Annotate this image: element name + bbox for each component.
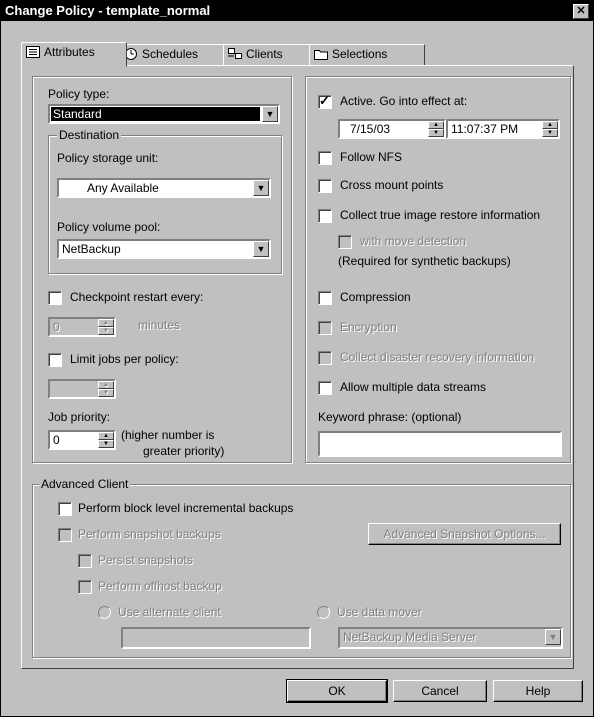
spinner-control[interactable]: ▲ ▼ xyxy=(98,319,114,335)
computers-icon xyxy=(228,48,242,59)
spinner-control[interactable]: ▲ ▼ xyxy=(542,121,558,137)
effective-time-field[interactable]: 11:07:37 PM ▲ ▼ xyxy=(446,119,560,139)
follow-nfs-checkbox[interactable] xyxy=(318,151,332,165)
destination-legend: Destination xyxy=(57,128,122,142)
list-icon xyxy=(26,46,40,58)
attributes-panel: Policy type: Standard ▼ Destination Poli… xyxy=(21,65,574,669)
volume-pool-label: Policy volume pool: xyxy=(57,220,161,234)
keyword-label: Keyword phrase: (optional) xyxy=(318,410,462,424)
cross-mount-checkbox[interactable] xyxy=(318,179,332,193)
encryption-label: Encryption xyxy=(340,320,397,334)
policy-type-label: Policy type: xyxy=(48,87,110,101)
compression-label: Compression xyxy=(340,290,411,304)
close-button[interactable]: ✕ xyxy=(573,4,589,19)
checkpoint-label: Checkpoint restart every: xyxy=(70,290,204,304)
storage-unit-select[interactable]: Any Available ▼ xyxy=(57,178,271,198)
offhost-checkbox[interactable] xyxy=(78,580,92,594)
tab-label: Selections xyxy=(332,47,388,61)
limit-jobs-field[interactable]: ▲ ▼ xyxy=(48,379,116,399)
left-settings-group: Policy type: Standard ▼ Destination Poli… xyxy=(32,76,292,463)
minutes-label: minutes xyxy=(138,318,181,332)
encryption-checkbox[interactable] xyxy=(318,321,332,335)
tab-label: Attributes xyxy=(44,45,95,59)
checkpoint-checkbox[interactable] xyxy=(48,291,62,305)
tab-label: Schedules xyxy=(142,47,199,61)
chevron-down-icon[interactable]: ▼ xyxy=(545,629,561,645)
policy-type-select[interactable]: Standard ▼ xyxy=(48,104,280,124)
multi-streams-label: Allow multiple data streams xyxy=(340,380,487,394)
alternate-client-radio[interactable] xyxy=(98,606,111,619)
job-priority-field[interactable]: 0 ▲ ▼ xyxy=(48,430,116,450)
data-mover-label: Use data mover xyxy=(337,605,422,619)
ok-button[interactable]: OK xyxy=(286,679,388,703)
chevron-down-icon[interactable]: ▼ xyxy=(253,180,269,196)
folder-icon xyxy=(314,50,328,60)
right-settings-group: ✓ Active. Go into effect at: 7/15/03 ▲ ▼ … xyxy=(305,76,571,463)
storage-unit-value: Any Available xyxy=(87,181,159,195)
snapshot-checkbox[interactable] xyxy=(58,528,72,542)
storage-unit-label: Policy storage unit: xyxy=(57,151,159,165)
data-mover-select[interactable]: NetBackup Media Server ▼ xyxy=(338,627,563,649)
tab-clients[interactable]: Clients xyxy=(223,44,317,66)
tab-label: Clients xyxy=(246,47,283,61)
snapshot-label: Perform snapshot backups xyxy=(78,527,221,541)
collect-dr-checkbox[interactable] xyxy=(318,351,332,365)
volume-pool-select[interactable]: NetBackup ▼ xyxy=(57,239,271,259)
checkmark-icon: ✓ xyxy=(319,93,330,108)
alternate-client-label: Use alternate client xyxy=(118,605,221,619)
advanced-client-legend: Advanced Client xyxy=(39,477,131,491)
collect-tir-checkbox[interactable] xyxy=(318,209,332,223)
collect-dr-label: Collect disaster recovery information xyxy=(340,350,535,364)
limit-jobs-label: Limit jobs per policy: xyxy=(70,352,179,366)
block-level-label: Perform block level incremental backups xyxy=(78,501,294,515)
tab-attributes[interactable]: Attributes xyxy=(21,42,127,67)
synthetic-note: (Required for synthetic backups) xyxy=(338,254,511,268)
advanced-snapshot-options-button[interactable]: Advanced Snapshot Options... xyxy=(368,523,561,545)
block-level-checkbox[interactable] xyxy=(58,502,72,516)
checkpoint-minutes-field[interactable]: 0 ▲ ▼ xyxy=(48,317,116,337)
job-priority-value: 0 xyxy=(53,433,60,447)
active-label: Active. Go into effect at: xyxy=(340,94,468,108)
chevron-down-icon[interactable]: ▼ xyxy=(253,241,269,257)
priority-hint-line2: greater priority) xyxy=(143,444,225,458)
effective-date-value: 7/15/03 xyxy=(350,122,391,136)
change-policy-dialog: Change Policy - template_normal ✕ Attrib… xyxy=(0,0,594,717)
tab-schedules[interactable]: Schedules xyxy=(119,44,231,66)
tab-selections[interactable]: Selections xyxy=(309,44,425,66)
move-detection-checkbox[interactable] xyxy=(338,235,352,249)
advanced-client-group: Advanced Client Perform block level incr… xyxy=(32,477,571,658)
collect-tir-label: Collect true image restore information xyxy=(340,208,541,222)
data-mover-radio[interactable] xyxy=(317,606,330,619)
multi-streams-checkbox[interactable] xyxy=(318,381,332,395)
spinner-control[interactable]: ▲ ▼ xyxy=(428,121,444,137)
spinner-control[interactable]: ▲ ▼ xyxy=(98,432,114,448)
spinner-control[interactable]: ▲ ▼ xyxy=(98,381,114,397)
offhost-label: Perform offhost backup xyxy=(98,579,222,593)
chevron-down-icon[interactable]: ▼ xyxy=(262,106,278,122)
title-bar[interactable]: Change Policy - template_normal ✕ xyxy=(1,1,593,21)
move-detection-label: with move detection xyxy=(360,234,467,248)
effective-time-value: 11:07:37 PM xyxy=(451,122,519,136)
compression-checkbox[interactable] xyxy=(318,291,332,305)
volume-pool-value: NetBackup xyxy=(62,242,121,256)
persist-label: Persist snapshots xyxy=(98,553,193,567)
job-priority-label: Job priority: xyxy=(48,410,111,424)
follow-nfs-label: Follow NFS xyxy=(340,150,403,164)
priority-hint-line1: (higher number is xyxy=(121,428,215,442)
active-checkbox[interactable]: ✓ xyxy=(318,93,332,109)
data-mover-value: NetBackup Media Server xyxy=(343,630,477,644)
policy-type-value: Standard xyxy=(51,107,260,121)
persist-checkbox[interactable] xyxy=(78,554,92,568)
cancel-button[interactable]: Cancel xyxy=(393,680,487,702)
destination-group: Destination Policy storage unit: Any Ava… xyxy=(48,128,282,274)
effective-date-field[interactable]: 7/15/03 ▲ ▼ xyxy=(338,119,446,139)
window-title: Change Policy - template_normal xyxy=(5,3,211,18)
cross-mount-label: Cross mount points xyxy=(340,178,444,192)
alternate-client-field[interactable] xyxy=(121,627,311,649)
limit-jobs-checkbox[interactable] xyxy=(48,353,62,367)
keyword-input[interactable] xyxy=(318,431,562,457)
checkpoint-minutes-value: 0 xyxy=(53,320,60,334)
help-button[interactable]: Help xyxy=(493,680,583,702)
